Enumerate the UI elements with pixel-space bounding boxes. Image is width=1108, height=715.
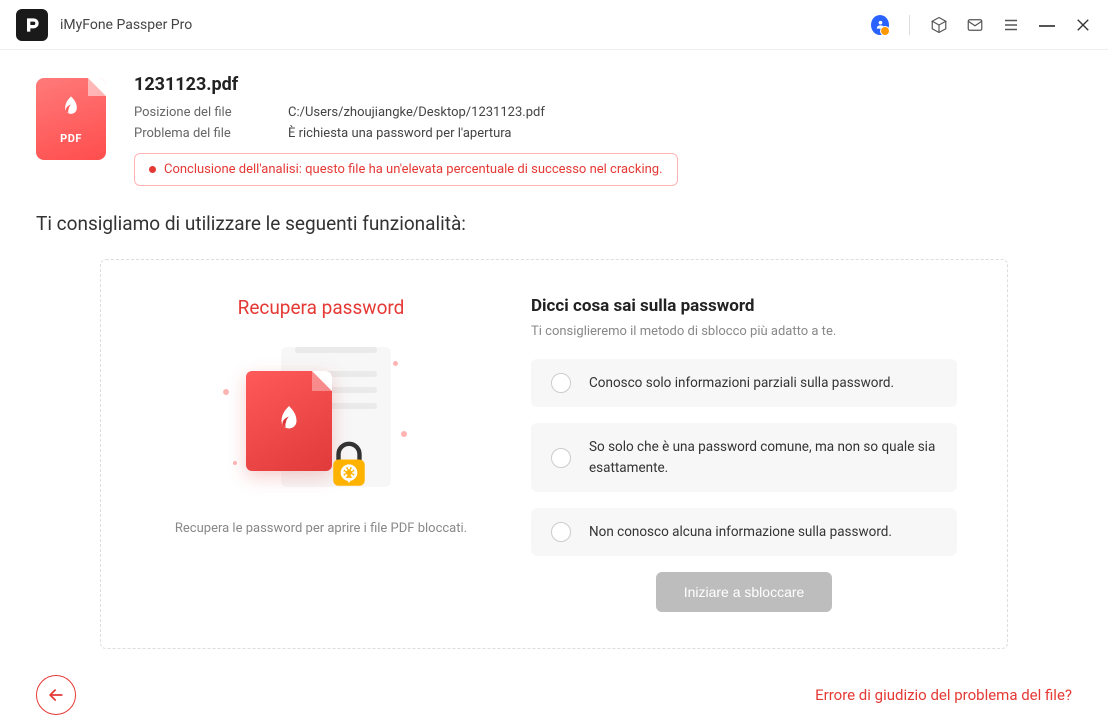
title-bar: iMyFone Passper Pro (0, 0, 1108, 50)
radio-icon (551, 448, 571, 468)
menu-icon[interactable] (1002, 16, 1020, 34)
status-dot-icon (149, 166, 156, 173)
file-position-label: Posizione del file (134, 105, 264, 120)
minimize-button[interactable] (1038, 16, 1056, 34)
file-name: 1231123.pdf (134, 74, 1072, 95)
start-unlock-button[interactable]: Iniziare a sbloccare (656, 572, 833, 612)
file-info-section: PDF 1231123.pdf Posizione del file C:/Us… (36, 74, 1072, 186)
recover-title: Recupera password (151, 296, 491, 319)
pdf-badge-text: PDF (60, 132, 82, 145)
option-partial-info[interactable]: Conosco solo informazioni parziali sulla… (531, 359, 957, 407)
app-title: iMyFone Passper Pro (60, 17, 192, 33)
file-position-value: C:/Users/zhoujiangke/Desktop/1231123.pdf (288, 105, 545, 120)
app-logo (16, 9, 48, 41)
recover-description: Recupera le password per aprire i file P… (151, 519, 491, 540)
footer: Errore di giudizio del problema del file… (0, 661, 1108, 715)
pdf-file-icon: PDF (36, 78, 106, 160)
titlebar-actions (871, 15, 1092, 35)
question-subtitle: Ti consiglieremo il metodo di sblocco pi… (531, 324, 957, 339)
question-title: Dicci cosa sai sulla password (531, 296, 957, 316)
option-label: Non conosco alcuna informazione sulla pa… (589, 522, 892, 542)
analysis-text: Conclusione dell'analisi: questo file ha… (164, 162, 663, 177)
error-judgment-link[interactable]: Errore di giudizio del problema del file… (815, 686, 1072, 704)
recommend-heading: Ti consigliamo di utilizzare le seguenti… (36, 212, 1072, 235)
file-problem-label: Problema del file (134, 126, 264, 141)
option-common-password[interactable]: So solo che è una password comune, ma no… (531, 423, 957, 492)
file-problem-value: È richiesta una password per l'apertura (288, 126, 511, 141)
back-button[interactable] (36, 675, 76, 715)
option-no-info[interactable]: Non conosco alcuna informazione sulla pa… (531, 508, 957, 556)
account-icon[interactable] (871, 16, 889, 34)
close-button[interactable] (1074, 16, 1092, 34)
option-label: So solo che è una password comune, ma no… (589, 437, 937, 478)
password-knowledge-section: Dicci cosa sai sulla password Ti consigl… (531, 296, 957, 612)
radio-icon (551, 522, 571, 542)
option-label: Conosco solo informazioni parziali sulla… (589, 373, 894, 393)
recover-password-section: Recupera password (151, 296, 491, 612)
pdf-lock-illustration (151, 343, 491, 493)
box-icon[interactable] (930, 16, 948, 34)
divider (909, 15, 910, 35)
mail-icon[interactable] (966, 16, 984, 34)
recovery-panel: Recupera password (100, 259, 1008, 649)
radio-icon (551, 373, 571, 393)
analysis-banner: Conclusione dell'analisi: questo file ha… (134, 153, 678, 186)
